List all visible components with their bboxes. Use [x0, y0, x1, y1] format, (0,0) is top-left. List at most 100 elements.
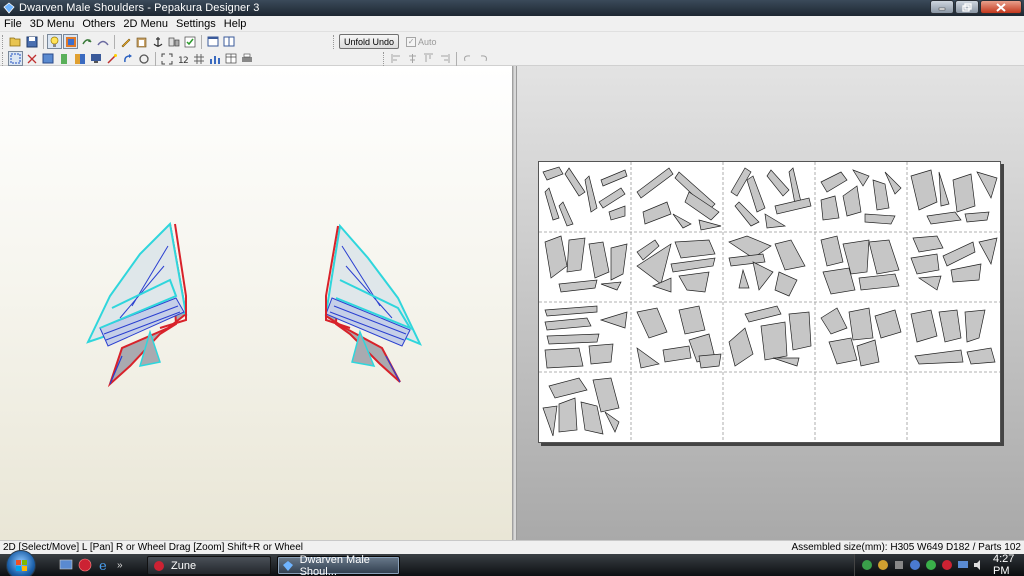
show-desktop-icon[interactable]: [58, 557, 74, 573]
toolbar-main: [2, 33, 237, 50]
network-globe-icon[interactable]: [861, 559, 873, 571]
right-shoulder-model: [324, 223, 423, 383]
tray-app-icon[interactable]: [925, 559, 937, 571]
taskbar-item-zune[interactable]: Zune: [147, 556, 271, 575]
fit-icon[interactable]: [159, 51, 174, 66]
start-button[interactable]: [6, 550, 36, 576]
close-icon: [996, 2, 1006, 12]
cut-icon[interactable]: [24, 51, 39, 66]
system-tray: 4:27 PM: [854, 553, 1024, 576]
quick-launch-more[interactable]: »: [117, 560, 123, 571]
toolbar-separator: [201, 34, 202, 49]
minimize-button[interactable]: [930, 0, 954, 14]
align-left-icon[interactable]: [389, 51, 404, 66]
quick-launch: e »: [58, 557, 123, 573]
svg-text:e: e: [99, 559, 107, 572]
refresh-icon[interactable]: [136, 51, 151, 66]
window-title: Dwarven Male Shoulders - Pepakura Design…: [19, 2, 260, 14]
tray-app-icon[interactable]: [877, 559, 889, 571]
toolbar-separator: [456, 51, 457, 66]
minimize-icon: [938, 7, 946, 11]
pencil-icon[interactable]: [118, 34, 133, 49]
menu-settings[interactable]: Settings: [172, 18, 220, 30]
toolbar-grip[interactable]: [383, 51, 386, 66]
restore-icon: [962, 2, 972, 12]
windows-logo-icon: [16, 560, 27, 571]
window-dual-icon[interactable]: [221, 34, 236, 49]
toolbar-grip[interactable]: [2, 51, 5, 66]
tray-app-icon[interactable]: [893, 559, 905, 571]
page-icon[interactable]: [72, 51, 87, 66]
title-bar: Dwarven Male Shoulders - Pepakura Design…: [0, 0, 1024, 16]
toolbar-separator: [114, 34, 115, 49]
rotate-left-icon[interactable]: [460, 51, 475, 66]
rotate-part-icon[interactable]: [120, 51, 135, 66]
select-icon[interactable]: [8, 51, 23, 66]
svg-text:2: 2: [183, 56, 189, 65]
taskbar-item-label: Zune: [171, 559, 197, 572]
menu-help[interactable]: Help: [220, 18, 251, 30]
toolbar-separator: [155, 51, 156, 66]
split-icon[interactable]: [166, 34, 181, 49]
unfold-group: Unfold Undo ✓ Auto: [333, 33, 437, 50]
rotate-icon[interactable]: [79, 34, 94, 49]
texture-icon[interactable]: [63, 34, 78, 49]
anchor-icon[interactable]: [150, 34, 165, 49]
magic-icon[interactable]: [104, 51, 119, 66]
menu-2d[interactable]: 2D Menu: [119, 18, 172, 30]
table-icon[interactable]: [223, 51, 238, 66]
internet-explorer-icon[interactable]: e: [96, 557, 112, 573]
toolbar-2d: 12: [2, 50, 255, 67]
toolbar-grip[interactable]: [2, 34, 5, 49]
chart-icon[interactable]: [207, 51, 222, 66]
close-button[interactable]: [980, 0, 1022, 14]
auto-checkbox-label: Auto: [418, 36, 437, 47]
print-icon[interactable]: [239, 51, 254, 66]
clock[interactable]: 4:27 PM: [993, 553, 1024, 576]
open-icon[interactable]: [8, 34, 23, 49]
3d-model[interactable]: [0, 66, 513, 540]
align-top-icon[interactable]: [421, 51, 436, 66]
app-icon[interactable]: [3, 2, 15, 14]
left-shoulder-model: [86, 221, 188, 388]
auto-checkbox-box[interactable]: ✓: [406, 36, 417, 47]
menu-file[interactable]: File: [0, 18, 26, 30]
align-right-icon[interactable]: [437, 51, 452, 66]
toolbar-separator: [43, 34, 44, 49]
taskbar-item-pepakura[interactable]: Dwarven Male Shoul...: [277, 554, 400, 576]
grid-icon[interactable]: [191, 51, 206, 66]
status-assembled-size: Assembled size(mm): H305 W649 D182 / Par…: [791, 542, 1021, 553]
status-bar: 2D [Select/Move] L [Pan] R or Wheel Drag…: [0, 540, 1024, 554]
taskbar: e » Zune Dwarven Male Shoul... 4:27 PM: [0, 550, 1024, 576]
unfold-undo-button[interactable]: Unfold Undo: [339, 34, 400, 49]
flip-icon[interactable]: [95, 34, 110, 49]
layout-icon[interactable]: [40, 51, 55, 66]
auto-checkbox[interactable]: ✓ Auto: [406, 36, 437, 47]
check-page-icon[interactable]: [182, 34, 197, 49]
align-center-icon[interactable]: [405, 51, 420, 66]
2d-paper-layout[interactable]: [538, 161, 1001, 443]
3d-view[interactable]: [0, 66, 513, 540]
monitor-icon[interactable]: [88, 51, 103, 66]
pepakura-icon: [282, 559, 295, 573]
toolbar-grip[interactable]: [333, 34, 336, 49]
tray-app-icon[interactable]: [909, 559, 921, 571]
align-toolbar: [383, 50, 492, 67]
save-icon[interactable]: [24, 34, 39, 49]
volume-icon[interactable]: [973, 559, 985, 571]
tray-app-icon[interactable]: [941, 559, 953, 571]
window-single-icon[interactable]: [205, 34, 220, 49]
number-icon[interactable]: 12: [175, 51, 190, 66]
light-bulb-icon[interactable]: [47, 34, 62, 49]
restore-button[interactable]: [955, 0, 979, 14]
paste-icon[interactable]: [134, 34, 149, 49]
rotate-right-icon[interactable]: [476, 51, 491, 66]
unfolded-parts[interactable]: [539, 162, 1000, 442]
menu-others[interactable]: Others: [78, 18, 119, 30]
toolbar-area: Unfold Undo ✓ Auto 12: [0, 32, 1024, 66]
zune-quicklaunch-icon[interactable]: [77, 557, 93, 573]
menu-bar: File 3D Menu Others 2D Menu Settings Hel…: [0, 16, 1024, 32]
gradient-icon[interactable]: [56, 51, 71, 66]
menu-3d[interactable]: 3D Menu: [26, 18, 79, 30]
network-icon[interactable]: [957, 559, 969, 571]
